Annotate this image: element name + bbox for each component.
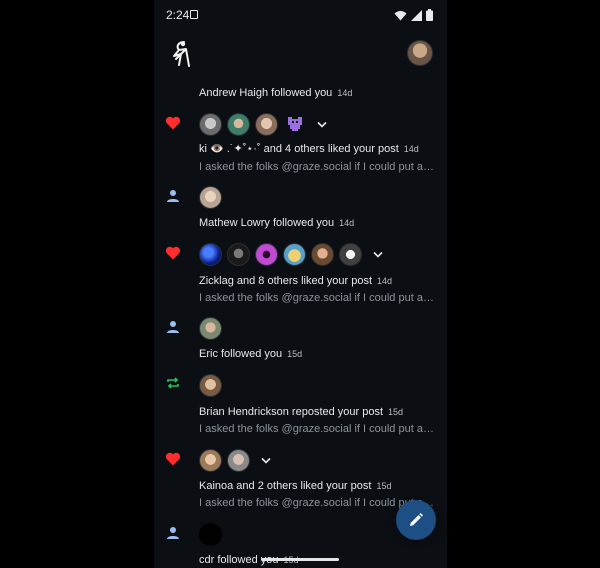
app-notification-icon [190, 10, 198, 19]
expand-button[interactable] [367, 243, 389, 265]
chevron-down-icon [373, 251, 383, 258]
avatar[interactable] [283, 242, 306, 266]
avatar[interactable] [199, 242, 222, 266]
person-icon [167, 527, 179, 539]
avatar[interactable] [339, 242, 362, 266]
notification-title: ki 👁️ .˙✦˚⋆·˚ and 4 others liked your po… [199, 142, 419, 156]
post-preview: I asked the folks @graze.social if I cou… [199, 161, 435, 173]
avatar[interactable] [199, 448, 222, 472]
notification-time: 14d [337, 88, 353, 98]
status-icons [394, 9, 433, 21]
avatar[interactable] [199, 112, 222, 136]
avatar-row [199, 448, 277, 472]
avatar[interactable] [227, 448, 250, 472]
notification-text: Mathew Lowry followed you [199, 217, 335, 229]
profile-avatar[interactable] [407, 40, 433, 66]
avatar[interactable] [227, 112, 250, 136]
notification-title: Andrew Haigh followed you 14d [199, 86, 352, 100]
app-header [154, 30, 447, 76]
signal-icon [411, 9, 422, 21]
status-time: 2:24 [166, 8, 190, 22]
phone-screen: 2:24 Andrew Haigh followed you 14d ki 👁️… [154, 0, 447, 568]
avatar-row [199, 316, 222, 340]
notification-time: 15d [388, 407, 404, 417]
avatar[interactable] [227, 242, 250, 266]
person-icon [167, 190, 179, 202]
avatar[interactable] [311, 242, 334, 266]
gesture-bar[interactable] [261, 558, 339, 561]
avatar[interactable] [283, 112, 306, 136]
heart-icon [165, 116, 181, 130]
notification-item[interactable]: Brian Hendrickson reposted your post 15d … [154, 372, 447, 442]
battery-icon [426, 9, 433, 21]
avatar[interactable] [199, 373, 222, 397]
avatar[interactable] [199, 185, 222, 209]
notification-time: 14d [339, 218, 355, 228]
notification-text: ki 👁️ .˙✦˚⋆·˚ and 4 others liked your po… [199, 143, 399, 155]
status-bar: 2:24 [154, 0, 447, 30]
notification-text: Zicklag and 8 others liked your post [199, 275, 373, 287]
pixel-avatar-icon [287, 117, 302, 131]
heart-icon [165, 246, 181, 260]
notification-item[interactable]: Eric followed you 15d [154, 316, 447, 368]
pencil-icon [410, 513, 423, 526]
avatar[interactable] [255, 242, 278, 266]
notification-time: 15d [287, 349, 303, 359]
chevron-down-icon [317, 121, 327, 128]
notification-title: Kainoa and 2 others liked your post 15d [199, 479, 391, 493]
avatar-row [199, 112, 333, 136]
compose-button[interactable] [396, 500, 436, 540]
notification-time: 14d [403, 144, 419, 154]
notification-time: 15d [376, 481, 392, 491]
app-logo-icon[interactable] [168, 39, 194, 67]
notification-title: Zicklag and 8 others liked your post 14d [199, 274, 392, 288]
avatar[interactable] [199, 316, 222, 340]
notification-text: Kainoa and 2 others liked your post [199, 480, 372, 492]
notification-title: Brian Hendrickson reposted your post 15d [199, 405, 403, 419]
notification-item[interactable]: Andrew Haigh followed you 14d [154, 76, 447, 106]
avatar-row [199, 242, 389, 266]
notification-time: 14d [377, 276, 393, 286]
avatar-row [199, 522, 222, 546]
notification-item[interactable]: Mathew Lowry followed you 14d [154, 182, 447, 238]
notification-text: Andrew Haigh followed you [199, 87, 333, 99]
chevron-down-icon [261, 457, 271, 464]
avatar[interactable] [199, 522, 222, 546]
notification-item[interactable]: Zicklag and 8 others liked your post 14d … [154, 242, 447, 312]
post-preview: I asked the folks @graze.social if I cou… [199, 423, 435, 435]
notification-title: Eric followed you 15d [199, 347, 302, 361]
avatar-row [199, 373, 222, 397]
avatar-row [199, 185, 222, 209]
person-icon [167, 321, 179, 333]
post-preview: I asked the folks @graze.social if I cou… [199, 292, 435, 304]
expand-button[interactable] [255, 449, 277, 471]
wifi-icon [394, 10, 407, 20]
notification-text: Brian Hendrickson reposted your post [199, 406, 384, 418]
expand-button[interactable] [311, 113, 333, 135]
notification-text: Eric followed you [199, 348, 283, 360]
repost-icon [167, 377, 179, 389]
notification-title: Mathew Lowry followed you 14d [199, 216, 354, 230]
avatar[interactable] [255, 112, 278, 136]
heart-icon [165, 452, 181, 466]
